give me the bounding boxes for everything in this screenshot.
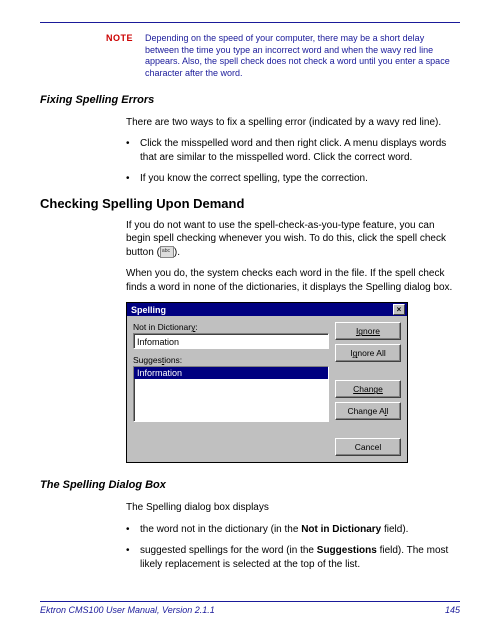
page-number: 145 xyxy=(445,605,460,615)
list-dialog-displays: the word not in the dictionary (in the N… xyxy=(126,523,460,572)
ignore-all-button[interactable]: Ignore All xyxy=(335,344,401,362)
button-gap xyxy=(335,424,401,434)
list-fixing: Click the misspelled word and then right… xyxy=(126,137,460,186)
heading-fixing-errors: Fixing Spelling Errors xyxy=(40,94,460,106)
list-item: the word not in the dictionary (in the N… xyxy=(126,523,460,537)
spellcheck-icon xyxy=(160,246,174,258)
footer-line: Ektron CMS100 User Manual, Version 2.1.1… xyxy=(40,605,460,615)
para-demand-1: If you do not want to use the spell-chec… xyxy=(126,219,460,260)
change-button[interactable]: Change xyxy=(335,380,401,398)
list-item: If you know the correct spelling, type t… xyxy=(126,172,460,186)
list-item: Click the misspelled word and then right… xyxy=(126,137,460,164)
top-rule xyxy=(40,22,460,23)
footer-left: Ektron CMS100 User Manual, Version 2.1.1 xyxy=(40,605,215,615)
ignore-button[interactable]: Ignore xyxy=(335,322,401,340)
para-dialog-displays: The Spelling dialog box displays xyxy=(126,501,460,515)
page-footer: Ektron CMS100 User Manual, Version 2.1.1… xyxy=(40,601,460,615)
suggestions-label: Suggestions: xyxy=(133,355,329,365)
dialog-left: Not in Dictionary: Infomation Suggestion… xyxy=(133,322,329,456)
text: ). xyxy=(174,247,180,258)
suggestion-item-selected[interactable]: Information xyxy=(134,367,328,379)
heading-check-on-demand: Checking Spelling Upon Demand xyxy=(40,196,460,211)
dialog-title: Spelling xyxy=(131,305,166,315)
para-demand-2: When you do, the system checks each word… xyxy=(126,267,460,294)
heading-spelling-dialog-box: The Spelling Dialog Box xyxy=(40,479,460,491)
para-fixing-intro: There are two ways to fix a spelling err… xyxy=(126,116,460,130)
spelling-dialog: Spelling × Not in Dictionary: Infomation… xyxy=(126,302,408,463)
dialog-titlebar: Spelling × xyxy=(127,303,407,316)
note-text: Depending on the speed of your computer,… xyxy=(145,33,460,80)
dialog-body: Not in Dictionary: Infomation Suggestion… xyxy=(127,316,407,462)
footer-rule xyxy=(40,601,460,602)
note-block: NOTE Depending on the speed of your comp… xyxy=(106,33,460,80)
dialog-buttons: Ignore Ignore All Change Change All Canc… xyxy=(335,322,401,456)
not-in-dictionary-input[interactable]: Infomation xyxy=(133,333,329,349)
button-gap xyxy=(335,366,401,376)
suggestions-listbox[interactable]: Information xyxy=(133,366,329,422)
change-all-button[interactable]: Change All xyxy=(335,402,401,420)
note-label: NOTE xyxy=(106,33,133,80)
not-in-dictionary-label: Not in Dictionary: xyxy=(133,322,329,332)
list-item: suggested spellings for the word (in the… xyxy=(126,544,460,571)
cancel-button[interactable]: Cancel xyxy=(335,438,401,456)
close-icon[interactable]: × xyxy=(393,304,405,315)
